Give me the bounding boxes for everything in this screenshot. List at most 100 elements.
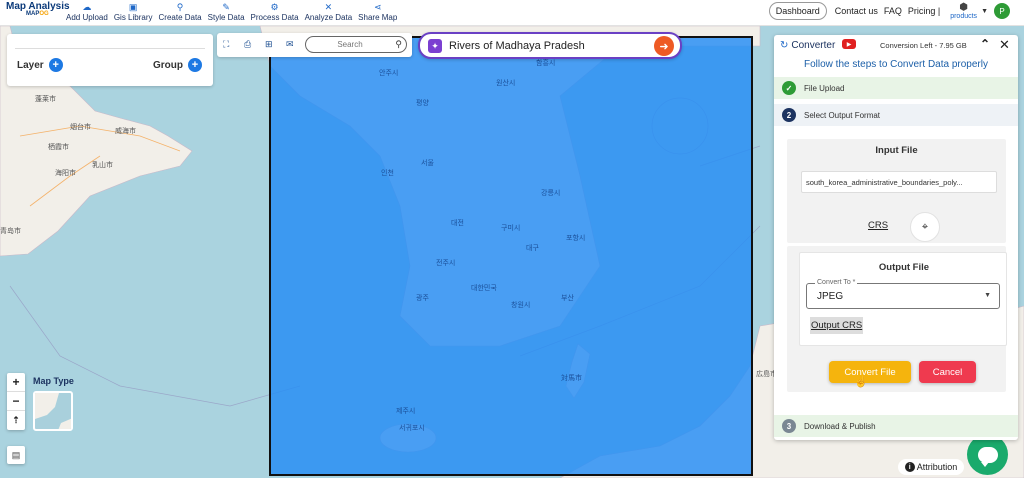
map-label: 대전 [451,220,464,227]
info-icon: i [904,462,915,472]
attribution-label: Attribution [916,462,958,472]
nav-create-data[interactable]: ⚲ Create Data [159,1,202,22]
youtube-icon[interactable]: ▶ [842,39,856,49]
step-download-publish[interactable]: 3 Download & Publish [774,415,1018,437]
analyze-icon: ✕ [324,2,333,12]
map-label: 栖霞市 [48,144,69,151]
step-select-output[interactable]: 2 Select Output Format [774,104,1018,126]
right-nav: Dashboard Contact us FAQ Pricing | ⬢ pro… [768,2,1010,20]
arrow-right-icon[interactable]: ➜ [654,36,674,56]
converter-title: Converter [791,40,836,51]
nav-label: Analyze Data [304,13,353,22]
map-type-thumbnail[interactable] [33,391,73,431]
output-file-inner: Output File Convert To * JPEG ▼ Output C… [799,252,1007,346]
pricing-link[interactable]: Pricing | [908,6,940,16]
measure-icon[interactable]: ⊞ [265,39,273,50]
nav-add-upload[interactable]: ☁ Add Upload [66,1,108,22]
converter-subtitle: Follow the steps to Convert Data properl… [804,59,988,70]
step-number: 3 [782,419,796,433]
map-label: 대한민국 [471,285,497,292]
nav-label: Add Upload [66,13,108,22]
crs-target-icon[interactable]: ⌖ [910,212,940,242]
step-file-upload[interactable]: ✓ File Upload [774,77,1018,99]
step-label: Select Output Format [804,110,881,120]
map-label: 창원시 [511,302,531,309]
nav-label: Gis Library [113,13,153,22]
map-thumb-graphic [35,393,71,429]
map-label: 海阳市 [55,170,76,177]
converter-panel: ↻ Converter ▶ Conversion Left - 7.95 GB … [774,35,1018,440]
search-icon[interactable]: ⚲ [395,39,402,50]
add-group-button[interactable]: + [188,58,202,72]
chat-button[interactable] [967,434,1008,475]
crs-link[interactable]: CRS [868,220,888,231]
map-label: 부산 [561,295,574,302]
print-icon[interactable]: ⎙ [244,39,251,50]
contact-link[interactable]: Contact us [835,6,878,16]
nav-process-data[interactable]: ⚙ Process Data [251,1,299,22]
map-label: 구미시 [501,225,521,232]
convert-to-select[interactable]: Convert To * JPEG ▼ [806,279,1000,309]
group-label: Group [153,59,183,71]
conversion-quota: Conversion Left - 7.95 GB [880,41,967,50]
check-icon: ✓ [782,81,796,95]
nav-analyze-data[interactable]: ✕ Analyze Data [305,1,353,22]
dataset-search-bar[interactable]: ✦ Rivers of Madhaya Pradesh ➜ [418,32,682,59]
map-label: 蓬莱市 [35,96,56,103]
map-label: 안주시 [379,70,399,77]
input-file-field[interactable]: south_korea_administrative_boundaries_po… [801,171,997,193]
zoom-out-button[interactable]: − [7,392,25,411]
output-file-title: Output File [878,262,930,273]
sparkle-icon: ✦ [428,39,442,53]
zoom-in-button[interactable]: + [7,373,25,392]
nav-label: Share Map [358,13,398,22]
nav-gis-library[interactable]: ▣ Gis Library [114,1,153,22]
map-label: 서울 [421,160,434,167]
process-icon: ⚙ [270,2,279,12]
avatar[interactable]: P [994,3,1010,19]
reset-north-button[interactable]: ⇡ [7,411,25,430]
zoom-control: + − ⇡ [7,373,25,430]
nav-share-map[interactable]: ⋖ Share Map [358,1,397,22]
fullscreen-icon[interactable]: ⛶ [223,39,229,50]
search-box: ⚲ [305,36,407,53]
layer-section: Layer + [17,58,63,72]
converted-area-overlay: 안주시 평양 원산시 함흥시 인천 서울 강릉시 대전 구미시 대구 포항시 전… [269,36,753,476]
map-label: 威海市 [115,128,136,135]
nav-label: Style Data [207,13,245,22]
group-section: Group + [153,58,202,72]
refresh-icon[interactable]: ↻ [780,40,788,51]
top-navbar: Map Analysis MAPOG ☁ Add Upload ▣ Gis Li… [0,0,1024,26]
map-label: 인천 [381,170,394,177]
convert-file-button[interactable]: Convert File [829,361,911,383]
converter-title-wrap: ↻ Converter [780,40,835,51]
style-icon: ✎ [222,2,230,12]
caret-down-icon[interactable]: ▼ [981,8,988,15]
caret-down-icon: ▼ [984,292,991,299]
cancel-button[interactable]: Cancel [919,361,976,383]
map-label: 포항시 [566,235,586,242]
comment-icon[interactable]: ✉ [286,39,294,50]
output-crs-link[interactable]: Output CRS [810,317,864,334]
chat-bubble-icon [977,446,998,467]
products-label: products [950,12,978,20]
cloud-upload-icon: ☁ [82,2,92,12]
convert-to-value: JPEG [817,291,844,302]
map-pin-icon: ⚲ [176,2,184,12]
nav-style-data[interactable]: ✎ Style Data [208,1,245,22]
map-label: 대구 [526,245,539,252]
attribution-button[interactable]: i Attribution [898,459,964,475]
products-menu[interactable]: ⬢ products [950,2,978,20]
search-input[interactable] [310,37,390,51]
chevron-up-icon[interactable]: ⌃ [980,37,990,51]
pointer-cursor-icon: ☝ [854,376,868,388]
legend-icon[interactable]: ▤ [7,446,25,464]
close-icon[interactable]: ✕ [999,37,1010,53]
map-label: 강릉시 [541,190,561,197]
map-label: 전주시 [436,260,456,267]
add-layer-button[interactable]: + [48,58,63,72]
step-label: Download & Publish [804,421,876,431]
faq-link[interactable]: FAQ [884,6,902,16]
dashboard-button[interactable]: Dashboard [768,2,827,20]
app-logo[interactable]: Map Analysis MAPOG [6,1,70,17]
